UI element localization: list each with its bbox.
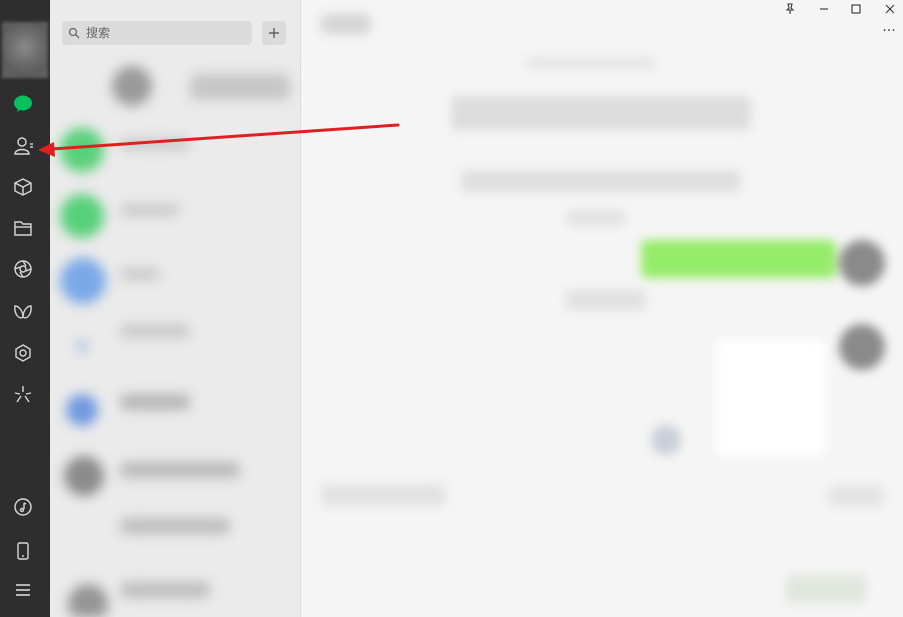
chat-messages-blurred [301, 0, 903, 617]
music-disc-icon[interactable] [10, 494, 36, 520]
phone-icon[interactable] [10, 538, 36, 564]
hexagon-flower-icon[interactable] [10, 340, 36, 366]
search-icon [68, 27, 80, 39]
aperture-icon[interactable] [10, 256, 36, 282]
search-box[interactable] [62, 21, 252, 45]
butterfly-icon[interactable] [10, 298, 36, 324]
cube-icon[interactable] [10, 174, 36, 200]
menu-icon[interactable] [10, 577, 36, 603]
chat-area: ··· [301, 0, 903, 617]
chat-bubble-icon[interactable] [10, 91, 36, 117]
nav-sidebar [0, 0, 50, 617]
search-input[interactable] [84, 25, 238, 41]
avatar[interactable] [2, 22, 48, 78]
folder-icon[interactable] [10, 215, 36, 241]
contacts-icon[interactable] [10, 133, 36, 159]
add-button[interactable] [262, 21, 286, 45]
plus-icon [269, 28, 279, 38]
conversation-list-blurred [60, 58, 310, 617]
sparkle-icon[interactable] [10, 381, 36, 407]
